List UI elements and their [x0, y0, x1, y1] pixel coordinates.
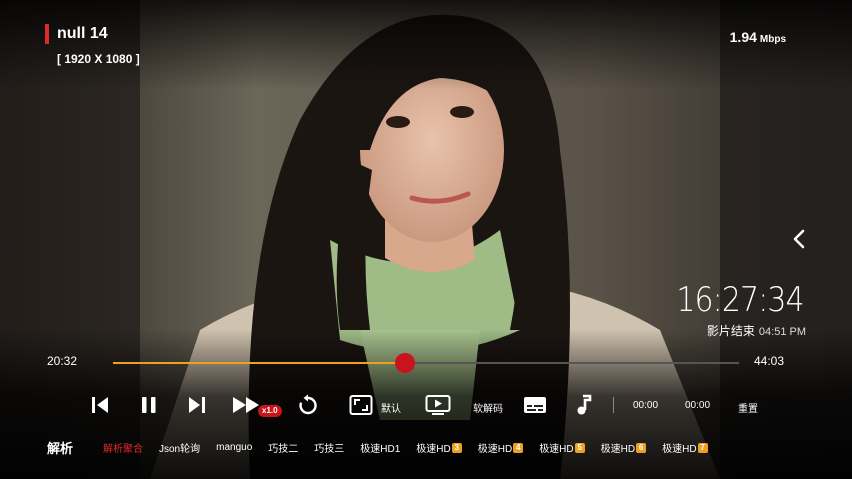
parse-source-item[interactable]: 巧技三	[314, 440, 344, 455]
seek-bar-played	[113, 362, 405, 364]
parse-source-list: 解析聚合 Json轮询 manguo 巧技二 巧技三 极速HD1 极速HD 3 极…	[103, 440, 724, 455]
seek-thumb[interactable]	[394, 353, 415, 373]
source-number-badge: 6	[636, 442, 647, 453]
aspect-ratio-label[interactable]: 默认	[381, 400, 401, 415]
subtitles-icon	[524, 397, 546, 413]
elapsed-time: 20:32	[47, 354, 78, 368]
seek-bar[interactable]	[113, 353, 739, 373]
source-number-badge: 3	[451, 442, 462, 453]
controls-divider	[613, 397, 614, 413]
decoder-icon	[425, 395, 451, 415]
parse-source-item[interactable]: 极速HD 3	[416, 440, 462, 455]
source-number-badge: 7	[697, 442, 708, 453]
decoder-button[interactable]	[425, 394, 451, 416]
back-chevron-icon[interactable]	[788, 228, 810, 250]
replay-icon	[299, 394, 317, 415]
next-button[interactable]	[186, 394, 208, 416]
network-speed: 1.94 Mbps	[730, 29, 786, 45]
skip-next-icon	[189, 397, 205, 413]
current-clock: 16:27:34	[676, 280, 805, 320]
subtitles-button[interactable]	[523, 394, 547, 416]
playback-speed-badge: x1.0	[258, 405, 282, 417]
movie-end-info: 影片结束 04:51 PM	[707, 322, 806, 339]
parse-source-item[interactable]: 极速HD1	[360, 440, 400, 455]
parse-source-item[interactable]: 极速HD 5	[539, 440, 585, 455]
video-resolution: [ 1920 X 1080 ]	[57, 52, 140, 66]
movie-end-time: 04:51 PM	[758, 326, 806, 338]
parse-source-item[interactable]: 极速HD 6	[601, 440, 647, 455]
skip-intro-time[interactable]: 00:00	[633, 400, 658, 411]
top-gradient	[0, 0, 852, 90]
skip-outro-time[interactable]: 00:00	[685, 400, 710, 411]
pause-button[interactable]	[138, 394, 160, 416]
source-number-badge: 5	[574, 442, 585, 453]
parse-source-item[interactable]: 极速HD 7	[662, 440, 708, 455]
title-accent-bar	[45, 24, 49, 44]
parse-source-item[interactable]: manguo	[216, 440, 252, 455]
replay-button[interactable]	[297, 394, 319, 416]
previous-button[interactable]	[89, 394, 111, 416]
aspect-ratio-icon	[349, 395, 373, 415]
parse-source-item[interactable]: 巧技二	[268, 440, 298, 455]
video-title: null 14	[57, 25, 108, 42]
network-speed-unit: Mbps	[759, 34, 786, 45]
total-duration: 44:03	[754, 354, 785, 368]
source-number-badge: 4	[513, 442, 524, 453]
audio-track-button[interactable]	[574, 394, 594, 416]
decoder-label[interactable]: 软解码	[473, 400, 503, 415]
network-speed-value: 1.94	[729, 29, 757, 45]
parse-source-item[interactable]: 解析聚合	[103, 440, 143, 455]
parse-source-item[interactable]: Json轮询	[159, 440, 200, 455]
parse-source-item[interactable]: 极速HD 4	[478, 440, 524, 455]
skip-previous-icon	[92, 397, 108, 413]
reset-button[interactable]: 重置	[738, 400, 758, 415]
parse-label: 解析	[47, 441, 74, 456]
aspect-ratio-button[interactable]	[349, 394, 373, 416]
pause-icon	[142, 397, 156, 413]
music-note-icon	[577, 394, 592, 415]
movie-end-label: 影片结束	[706, 324, 755, 338]
